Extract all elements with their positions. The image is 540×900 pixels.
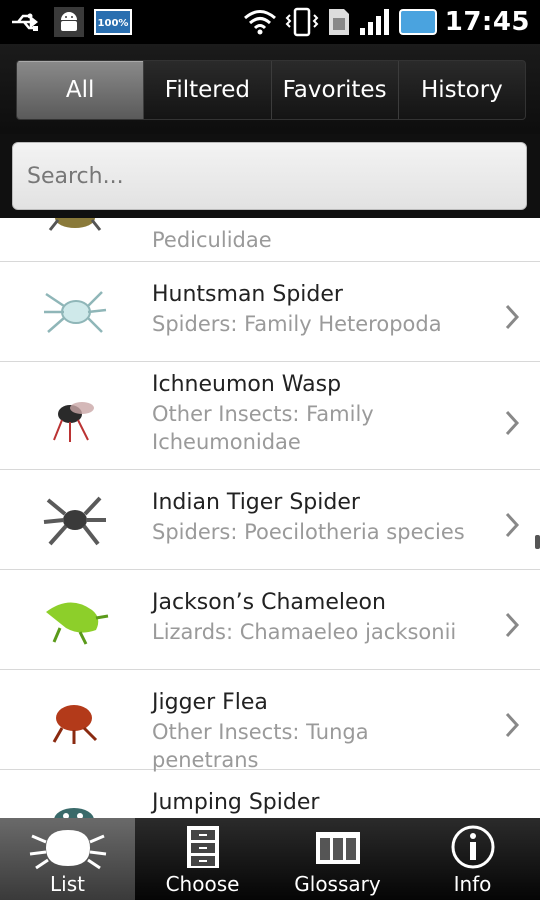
segmented-tabs: All Filtered Favorites History [16, 60, 526, 120]
louse-thumbnail-icon [48, 218, 102, 231]
tiger-spider-thumbnail-icon [43, 496, 106, 546]
bottom-tab-list[interactable]: List [0, 818, 135, 900]
species-list[interactable]: Pediculidae Huntsman Spider Spiders: Fam… [0, 218, 540, 818]
bottom-tab-label: Info [453, 872, 492, 896]
tab-favorites[interactable]: Favorites [270, 61, 398, 119]
list-item-title: Ichneumon Wasp [152, 372, 342, 397]
bottom-tab-label: Glossary [294, 872, 381, 896]
chevron-right-icon [505, 612, 520, 638]
list-item[interactable]: Ichneumon Wasp Other Insects: Family Ich… [0, 362, 540, 470]
search-input[interactable] [12, 142, 527, 210]
bottom-tab-label: List [50, 872, 85, 896]
tab-filtered[interactable]: Filtered [143, 61, 270, 119]
cabinet-icon [186, 826, 219, 868]
status-bar: 100% 17:45 [0, 0, 540, 44]
huntsman-spider-thumbnail-icon [44, 291, 107, 333]
vibrate-icon [285, 7, 319, 37]
bug-icon [29, 830, 106, 870]
list-item[interactable]: Jigger Flea Other Insects: Tunga penetra… [0, 670, 540, 772]
list-item-title: Jigger Flea [152, 690, 268, 715]
sim-icon [327, 7, 351, 37]
chameleon-thumbnail-icon [46, 602, 109, 645]
android-icon [54, 7, 84, 37]
list-item[interactable]: Indian Tiger Spider Spiders: Poecilother… [0, 470, 540, 570]
list-item-title: Jumping Spider [152, 790, 320, 815]
svg-text:100%: 100% [98, 18, 129, 29]
list-item-subtitle: Other Insects: Tunga penetrans [152, 720, 369, 772]
list-item-subtitle: Spiders: Poecilotheria species [152, 520, 465, 544]
list-item[interactable]: Pediculidae [0, 218, 540, 262]
list-item[interactable]: Huntsman Spider Spiders: Family Heteropo… [0, 262, 540, 362]
chevron-right-icon [505, 512, 520, 538]
bottom-tab-choose[interactable]: Choose [135, 818, 270, 900]
list-item-subtitle: Pediculidae [152, 228, 272, 252]
signal-icon [359, 8, 391, 36]
wifi-icon [243, 8, 277, 36]
flea-thumbnail-icon [52, 705, 98, 744]
jumping-spider-thumbnail-icon [54, 808, 94, 818]
bottom-tab-label: Choose [165, 872, 240, 896]
tab-history[interactable]: History [397, 61, 525, 119]
books-icon [315, 832, 360, 864]
search-bar [0, 134, 540, 218]
info-icon [451, 825, 494, 869]
battery-icon [398, 8, 437, 36]
bottom-nav: List Choose Glossary Info [0, 818, 540, 900]
list-item-subtitle: Lizards: Chamaeleo jacksonii [152, 620, 457, 644]
usb-icon [10, 12, 44, 32]
list-item-subtitle: Spiders: Family Heteropoda [152, 312, 442, 336]
scrollbar[interactable] [535, 535, 540, 549]
battery-badge-icon: 100% [94, 9, 132, 35]
list-item[interactable]: Jackson’s Chameleon Lizards: Chamaeleo j… [0, 570, 540, 670]
list-item-subtitle: Other Insects: Family Icheumonidae [152, 402, 374, 454]
clock: 17:45 [444, 7, 530, 37]
top-tab-bar: All Filtered Favorites History [0, 44, 540, 138]
chevron-right-icon [505, 410, 520, 436]
tab-all[interactable]: All [17, 61, 144, 119]
list-item[interactable]: Jumping Spider [0, 770, 540, 818]
list-item-title: Jackson’s Chameleon [152, 590, 386, 615]
bottom-tab-glossary[interactable]: Glossary [270, 818, 405, 900]
chevron-right-icon [505, 304, 520, 330]
list-item-title: Indian Tiger Spider [152, 490, 360, 515]
list-item-title: Huntsman Spider [152, 282, 343, 307]
chevron-right-icon [505, 712, 520, 738]
bottom-tab-info[interactable]: Info [405, 818, 540, 900]
wasp-thumbnail-icon [53, 402, 94, 442]
